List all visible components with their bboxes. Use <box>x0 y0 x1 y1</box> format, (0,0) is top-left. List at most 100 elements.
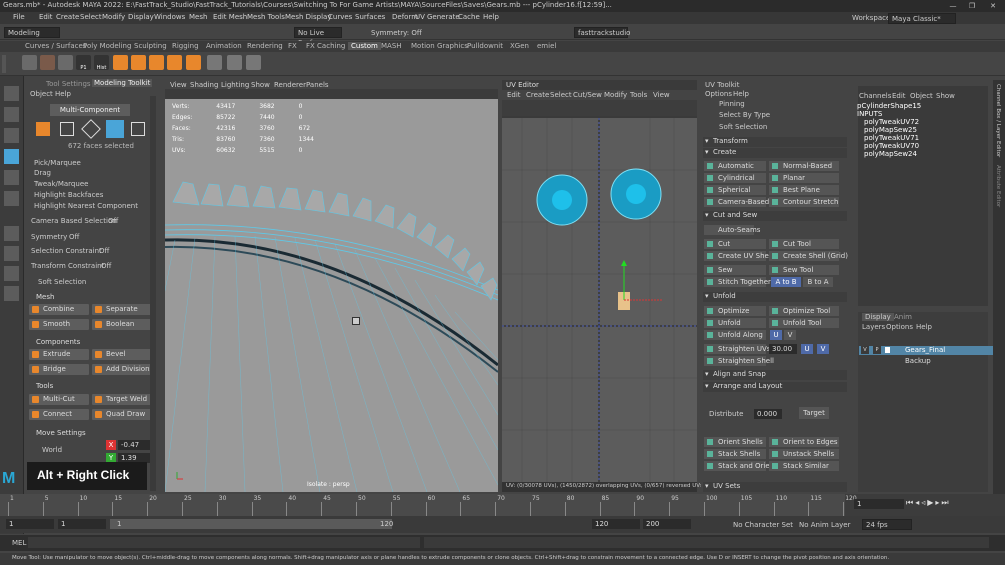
stack-shells-button[interactable]: Stack Shells <box>704 449 766 459</box>
primitive-shelf-icon[interactable] <box>40 55 55 70</box>
playback-end-field[interactable]: 120 <box>592 519 640 529</box>
channels-menu[interactable]: Channels <box>859 92 891 100</box>
minimize-button[interactable]: — <box>943 0 963 12</box>
bevel-button[interactable]: Bevel <box>92 349 152 360</box>
combine-button[interactable]: Combine <box>29 304 89 315</box>
straighten-u-button[interactable]: U <box>801 344 813 354</box>
uv-editor-grid[interactable] <box>502 118 697 482</box>
unfold-button[interactable]: Unfold <box>704 318 766 328</box>
align-snap-section[interactable]: Align and Snap <box>703 370 847 380</box>
highlight-nearest-checkbox[interactable]: Highlight Nearest Component <box>34 202 138 210</box>
menu-help[interactable]: Help <box>483 13 499 21</box>
shelf-tab-custom[interactable]: Custom <box>348 42 381 50</box>
target-weld-button[interactable]: Target Weld <box>92 394 152 405</box>
normal-based-button[interactable]: Normal-Based <box>769 161 839 171</box>
distribute-field[interactable]: 0.000 <box>754 409 782 419</box>
stack-and-orient-button[interactable]: Stack and Orient <box>704 461 777 471</box>
channel-object-name[interactable]: pCylinderShape15 <box>857 102 921 110</box>
x-value-field[interactable]: -0.47 <box>118 440 150 450</box>
shelf-tab-mash[interactable]: MASH <box>381 42 402 50</box>
target-button[interactable]: Target <box>799 407 829 419</box>
history-shelf-icon[interactable]: Hist <box>94 55 109 71</box>
input-node[interactable]: polyMapSew24 <box>864 150 917 158</box>
boolean-button[interactable]: Boolean <box>92 319 152 330</box>
channel-box-tab[interactable]: Channel Box / Layer Editor <box>995 84 1001 157</box>
multi-component-button[interactable]: Multi-Component <box>50 104 130 116</box>
anim-layer-field[interactable]: No Anim Layer <box>799 521 850 529</box>
auto-seams-button[interactable]: Auto-Seams <box>704 225 760 235</box>
tools-section-header[interactable]: Tools <box>36 382 53 390</box>
cylinder-shelf-icon[interactable] <box>149 55 164 70</box>
shelf-tab-emiel[interactable]: emiel <box>537 42 556 50</box>
symmetry-value[interactable]: Off <box>69 233 79 241</box>
cut-and-sew-section[interactable]: Cut and Sew <box>703 211 847 221</box>
shelf-tab-rigging[interactable]: Rigging <box>172 42 199 50</box>
menu-curves[interactable]: Curves <box>328 13 352 21</box>
menu-generate[interactable]: Generate <box>427 13 460 21</box>
stack-similar-button[interactable]: Stack Similar <box>769 461 839 471</box>
transform-section[interactable]: Transform <box>703 137 847 147</box>
paint-select-icon[interactable] <box>4 128 19 143</box>
components-section-header[interactable]: Components <box>36 338 80 346</box>
shelf-tab-rendering[interactable]: Rendering <box>247 42 283 50</box>
vertex-mode-icon[interactable] <box>60 122 74 136</box>
torus-shelf-icon[interactable] <box>186 55 201 70</box>
move-tool-icon[interactable] <box>4 149 19 164</box>
unfold-u-button[interactable]: U <box>770 330 782 340</box>
unfold-tool-button[interactable]: Unfold Tool <box>769 318 839 328</box>
viewport-menu-renderer[interactable]: Renderer <box>274 81 306 89</box>
straighten-shell-button[interactable]: Straighten Shell <box>704 356 774 366</box>
character-set-field[interactable]: No Character Set <box>733 521 793 529</box>
layer-name[interactable]: Gears_Final <box>905 346 945 354</box>
mel-label[interactable]: MEL <box>12 539 26 547</box>
menu-create[interactable]: Create <box>56 13 79 21</box>
unfold-along-button[interactable]: Unfold Along <box>704 330 766 340</box>
camera-based-selection-value[interactable]: Off <box>108 217 118 225</box>
cut-button[interactable]: Cut <box>704 239 766 249</box>
layer-playback-toggle[interactable]: P <box>873 346 881 354</box>
extrude-button[interactable]: Extrude <box>29 349 89 360</box>
menu-edit[interactable]: Edit <box>39 13 53 21</box>
uv-menu-create[interactable]: Create <box>526 91 549 99</box>
object-mode-icon[interactable] <box>36 122 50 136</box>
create-shell-grid-button[interactable]: Create Shell (Grid) <box>769 251 848 261</box>
toolkit-scrollbar[interactable] <box>150 96 156 491</box>
connect-button[interactable]: Connect <box>29 409 89 420</box>
unfold-section[interactable]: Unfold <box>703 292 847 302</box>
face-mode-icon[interactable] <box>106 120 124 138</box>
toolkit-menu-help[interactable]: Help <box>55 90 71 98</box>
input-node[interactable]: polyMapSew25 <box>864 126 917 134</box>
uv-menu-select[interactable]: Select <box>550 91 572 99</box>
arrange-layout-section[interactable]: Arrange and Layout <box>703 382 847 392</box>
command-input[interactable] <box>28 537 420 548</box>
viewport-menu-show[interactable]: Show <box>251 81 270 89</box>
shelf-tab-animation[interactable]: Animation <box>206 42 242 50</box>
uv-menu-tools[interactable]: Tools <box>630 91 647 99</box>
select-tool-icon[interactable] <box>4 86 19 101</box>
sew-button[interactable]: Sew <box>704 265 766 275</box>
animation-start-field[interactable]: 1 <box>6 519 54 529</box>
layer-row[interactable]: V P Gears_Final <box>859 346 993 355</box>
highlight-backfaces-checkbox[interactable]: Highlight Backfaces <box>34 191 103 199</box>
soft-selection-section[interactable]: Soft Selection <box>38 278 86 286</box>
rotate-tool-icon[interactable] <box>4 170 19 185</box>
move-shelf-icon[interactable] <box>22 55 37 70</box>
a-to-b-button[interactable]: A to B <box>771 277 801 287</box>
live-surface-field[interactable]: No Live Surface <box>294 27 342 47</box>
best-plane-button[interactable]: Best Plane <box>769 185 839 195</box>
menu-set-dropdown[interactable]: Modeling <box>4 27 60 38</box>
add-divisions-button[interactable]: Add Divisions <box>92 364 153 375</box>
shelf-tab-sculpting[interactable]: Sculpting <box>134 42 167 50</box>
curve-shelf-icon[interactable] <box>58 55 73 70</box>
menu-mesh-display[interactable]: Mesh Display <box>285 13 331 21</box>
attribute-editor-tab[interactable]: Attribute Editor <box>995 165 1001 207</box>
uv-toolkit-menu-help[interactable]: Help <box>733 90 749 98</box>
straighten-angle-field[interactable]: 30.00 <box>769 344 797 354</box>
close-button[interactable]: ✕ <box>983 0 1003 12</box>
b-to-a-button[interactable]: B to A <box>803 277 833 287</box>
pinning-section[interactable]: Pinning <box>719 100 745 108</box>
tab-modeling-toolkit[interactable]: Modeling Toolkit <box>92 79 153 87</box>
automatic-button[interactable]: Automatic <box>704 161 766 171</box>
cylindrical-button[interactable]: Cylindrical <box>704 173 766 183</box>
stitch-together-button[interactable]: Stitch Together <box>704 277 771 287</box>
